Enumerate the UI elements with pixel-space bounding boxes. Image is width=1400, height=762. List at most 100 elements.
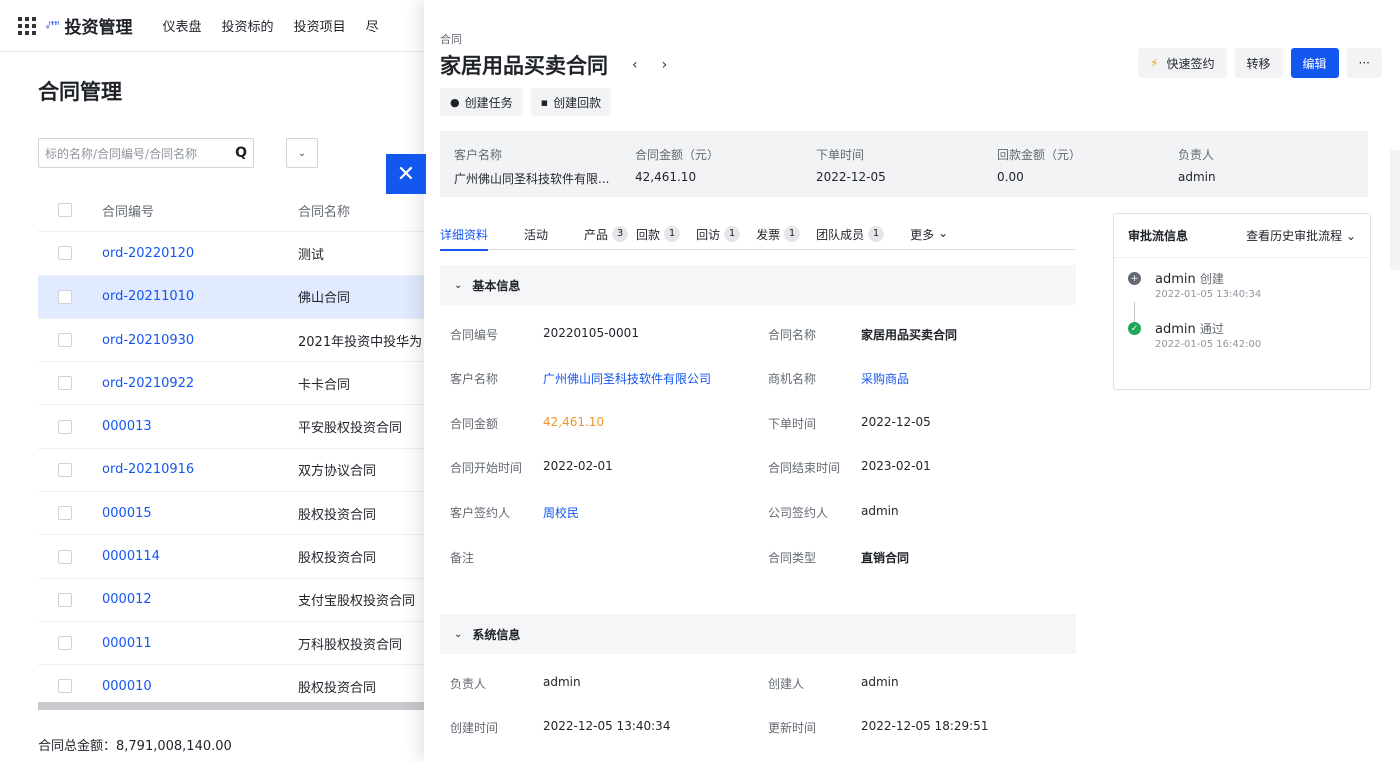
transfer-button[interactable]: 转移: [1234, 48, 1283, 78]
nav-item-due-diligence[interactable]: 尽: [366, 16, 379, 35]
table-row[interactable]: ord-20211010 佛山合同: [38, 275, 438, 319]
nav-item-projects[interactable]: 投资项目: [294, 16, 346, 35]
table-row[interactable]: 000013 平安股权投资合同: [38, 405, 438, 449]
tab-count-badge: 1: [868, 226, 885, 242]
quick-create-actions: ● 创建任务 ▪ 创建回款: [440, 88, 612, 116]
table-row[interactable]: 000015 股权投资合同: [38, 492, 438, 536]
contract-code-link[interactable]: ord-20220120: [102, 246, 298, 261]
select-all-checkbox[interactable]: [58, 203, 72, 218]
field-value: 直销合同: [861, 551, 910, 565]
tab-2[interactable]: 产品 3: [584, 220, 629, 250]
row-checkbox[interactable]: [58, 462, 72, 477]
tab-count-badge: 1: [664, 226, 681, 242]
row-checkbox[interactable]: [58, 636, 72, 651]
create-task-button[interactable]: ● 创建任务: [440, 88, 523, 116]
search-input[interactable]: 标的名称/合同编号/合同名称 Q: [38, 138, 254, 168]
row-checkbox[interactable]: [58, 506, 72, 521]
system-info-section-header[interactable]: ⌄ 系统信息: [440, 614, 1076, 654]
summary-item: 合同金额（元） 42,461.10: [635, 146, 816, 197]
field-opportunity: 商机名称 采购商品: [768, 370, 909, 387]
tab-1[interactable]: 活动: [524, 220, 548, 250]
close-icon: ✕: [396, 161, 416, 187]
contract-code-link[interactable]: ord-20210930: [102, 333, 298, 348]
contract-code-link[interactable]: ord-20210922: [102, 376, 298, 391]
edit-button[interactable]: 编辑: [1290, 48, 1339, 78]
approval-time: 2022-01-05 13:40:34: [1155, 289, 1262, 300]
nav-item-dashboard[interactable]: 仪表盘: [163, 16, 202, 35]
customer-link[interactable]: 广州佛山同圣科技软件有限公司: [543, 370, 711, 387]
quick-sign-button[interactable]: ⚡ 快速签约: [1138, 48, 1227, 78]
tab-3[interactable]: 回款 1: [636, 220, 681, 250]
app-grid-icon[interactable]: [18, 16, 36, 35]
field-value: 2023-02-01: [861, 459, 931, 473]
field-company-signer: 公司签约人 admin: [768, 504, 899, 521]
approval-header: 审批流信息 查看历史审批流程 ⌄: [1114, 214, 1370, 258]
row-checkbox[interactable]: [58, 289, 72, 304]
table-row[interactable]: 000011 万科股权投资合同: [38, 622, 438, 666]
approval-history-dropdown[interactable]: 查看历史审批流程 ⌄: [1246, 227, 1356, 244]
tab-label: 团队成员: [816, 228, 865, 242]
contract-code-link[interactable]: ord-20210916: [102, 462, 298, 477]
table-row[interactable]: ord-20210916 双方协议合同: [38, 449, 438, 493]
field-label: 创建人: [768, 677, 805, 691]
contract-code-link[interactable]: 000012: [102, 592, 298, 607]
tab-label: 更多: [910, 228, 935, 242]
basic-info-section-header[interactable]: ⌄ 基本信息: [440, 265, 1076, 305]
nav-item-targets[interactable]: 投资标的: [222, 16, 274, 35]
drawer-actions: ⚡ 快速签约 转移 编辑 ···: [1138, 48, 1382, 78]
tab-7[interactable]: 更多 ⌄: [910, 220, 948, 250]
more-actions-button[interactable]: ···: [1346, 48, 1382, 78]
prev-record-icon[interactable]: ‹: [632, 57, 638, 73]
table-row[interactable]: 000012 支付宝股权投资合同: [38, 579, 438, 622]
check-circle-icon: ✓: [1128, 322, 1141, 335]
tab-label: 产品: [584, 228, 609, 242]
contract-code-link[interactable]: 000011: [102, 636, 298, 651]
contract-code-link[interactable]: 000010: [102, 679, 298, 694]
customer-signer-link[interactable]: 周校民: [543, 504, 579, 521]
table-row[interactable]: ord-20220120 测试: [38, 232, 438, 276]
summary-value: 广州佛山同圣科技软件有限...: [454, 172, 610, 186]
opportunity-link[interactable]: 采购商品: [861, 370, 909, 387]
contract-code-link[interactable]: 000013: [102, 419, 298, 434]
row-checkbox[interactable]: [58, 592, 72, 607]
field-value: 42,461.10: [543, 415, 605, 429]
search-icon[interactable]: Q: [235, 145, 247, 161]
field-value: 2022-02-01: [543, 459, 613, 473]
create-payment-label: 创建回款: [553, 95, 602, 110]
tab-0[interactable]: 详细资料: [440, 220, 489, 251]
row-checkbox[interactable]: [58, 246, 72, 261]
field-start-time: 合同开始时间 2022-02-01: [450, 459, 613, 476]
app-title: 投资管理: [64, 18, 133, 38]
next-record-icon[interactable]: ›: [662, 57, 668, 73]
summary-value: 42,461.10: [635, 170, 697, 184]
tab-4[interactable]: 回访 1: [696, 220, 741, 250]
row-checkbox[interactable]: [58, 333, 72, 348]
table-row[interactable]: 0000114 股权投资合同: [38, 535, 438, 579]
tab-6[interactable]: 团队成员 1: [816, 220, 885, 250]
contract-code-link[interactable]: 000015: [102, 506, 298, 521]
row-checkbox[interactable]: [58, 549, 72, 564]
record-kind: 合同: [440, 33, 462, 46]
horizontal-scrollbar[interactable]: [38, 702, 438, 710]
tab-label: 回访: [696, 228, 721, 242]
contract-name: 2021年投资中投华为: [298, 334, 423, 350]
contract-code-link[interactable]: ord-20211010: [102, 289, 298, 304]
row-checkbox[interactable]: [58, 679, 72, 694]
table-row[interactable]: ord-20210930 2021年投资中投华为: [38, 319, 438, 363]
filter-dropdown[interactable]: ⌄: [286, 138, 318, 168]
tab-5[interactable]: 发票 1: [756, 220, 801, 250]
approval-title: 审批流信息: [1128, 229, 1189, 243]
field-value: admin: [861, 675, 899, 689]
field-value: 2022-12-05 13:40:34: [543, 719, 671, 733]
side-scrollbar[interactable]: [1390, 150, 1400, 270]
table-row[interactable]: ord-20210922 卡卡合同: [38, 362, 438, 406]
row-checkbox[interactable]: [58, 419, 72, 434]
close-drawer-button[interactable]: ✕: [386, 154, 426, 194]
row-checkbox[interactable]: [58, 376, 72, 391]
contract-code-link[interactable]: 0000114: [102, 549, 298, 564]
create-payment-button[interactable]: ▪ 创建回款: [530, 88, 612, 116]
field-label: 合同名称: [768, 328, 817, 342]
detail-tabs: 详细资料 活动 产品 3 回款 1 回访 1 发票 1 团队成员 1 更多 ⌄: [440, 220, 1076, 251]
field-end-time: 合同结束时间 2023-02-01: [768, 459, 931, 476]
contract-name: 佛山合同: [298, 291, 351, 307]
